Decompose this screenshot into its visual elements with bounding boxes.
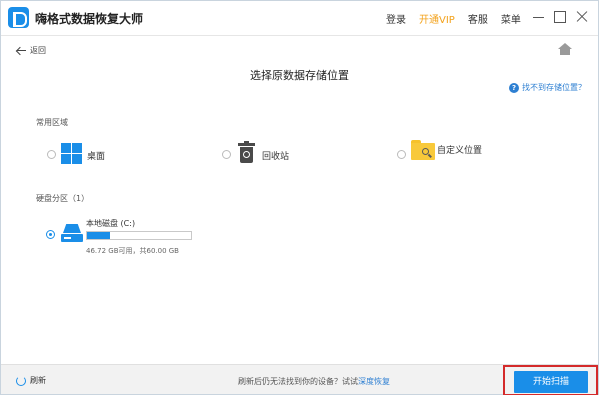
top-menu: 登录 开通VIP 客服 菜单 bbox=[386, 11, 534, 26]
common-area-label: 常用区域 bbox=[36, 118, 68, 127]
desktop-label[interactable]: 桌面 bbox=[87, 149, 105, 162]
back-arrow-icon bbox=[16, 47, 27, 55]
menu-link[interactable]: 菜单 bbox=[501, 11, 521, 26]
custom-location-label[interactable]: 自定义位置 bbox=[437, 143, 482, 156]
recycle-bin-label[interactable]: 回收站 bbox=[262, 149, 289, 162]
refresh-label: 刷新 bbox=[30, 376, 46, 385]
vip-link[interactable]: 开通VIP bbox=[419, 11, 455, 26]
recycle-bin-radio[interactable] bbox=[222, 150, 231, 159]
app-title: 嗨格式数据恢复大师 bbox=[35, 12, 144, 26]
custom-location-radio[interactable] bbox=[397, 150, 406, 159]
back-button[interactable]: 返回 bbox=[16, 45, 46, 56]
start-scan-button[interactable]: 开始扫描 bbox=[514, 371, 588, 393]
help-label: 找不到存储位置？ bbox=[522, 83, 586, 92]
login-link[interactable]: 登录 bbox=[386, 11, 406, 26]
disk-usage-bar bbox=[86, 231, 192, 240]
help-link[interactable]: ? 找不到存储位置？ bbox=[509, 82, 586, 93]
main-window: 嗨格式数据恢复大师 登录 开通VIP 客服 菜单 返回 选择原数据存储位置 ? … bbox=[0, 0, 599, 395]
minimize-icon[interactable] bbox=[532, 10, 546, 24]
service-link[interactable]: 客服 bbox=[468, 11, 488, 26]
footer-message-text: 刷新后仍无法找到你的设备？试试 bbox=[238, 377, 358, 386]
windows-icon bbox=[61, 143, 82, 164]
home-icon[interactable] bbox=[558, 43, 572, 56]
disk-c-radio[interactable] bbox=[46, 230, 55, 239]
desktop-radio[interactable] bbox=[47, 150, 56, 159]
content-area: 返回 选择原数据存储位置 ? 找不到存储位置？ 常用区域 桌面 回收站 自定义位… bbox=[1, 35, 598, 364]
page-title: 选择原数据存储位置 bbox=[250, 69, 349, 82]
footer-message: 刷新后仍无法找到你的设备？试试深度恢复 bbox=[238, 376, 390, 387]
disk-c-name[interactable]: 本地磁盘 (C:) bbox=[86, 218, 135, 229]
folder-search-icon bbox=[411, 140, 435, 160]
title-bar: 嗨格式数据恢复大师 登录 开通VIP 客服 菜单 bbox=[1, 1, 598, 35]
deep-recovery-link[interactable]: 深度恢复 bbox=[358, 377, 390, 386]
disk-icon bbox=[61, 224, 83, 243]
disk-c-info: 46.72 GB可用，共60.00 GB bbox=[86, 247, 179, 255]
refresh-icon bbox=[16, 375, 26, 386]
partitions-label: 硬盘分区（1） bbox=[36, 194, 90, 203]
close-icon[interactable] bbox=[575, 10, 589, 24]
question-icon: ? bbox=[509, 82, 519, 93]
app-logo-icon bbox=[8, 7, 29, 28]
maximize-icon[interactable] bbox=[553, 10, 567, 24]
disk-usage-fill bbox=[87, 232, 110, 239]
recycle-bin-icon bbox=[238, 141, 255, 164]
back-label: 返回 bbox=[30, 46, 46, 55]
refresh-button[interactable]: 刷新 bbox=[16, 375, 46, 386]
